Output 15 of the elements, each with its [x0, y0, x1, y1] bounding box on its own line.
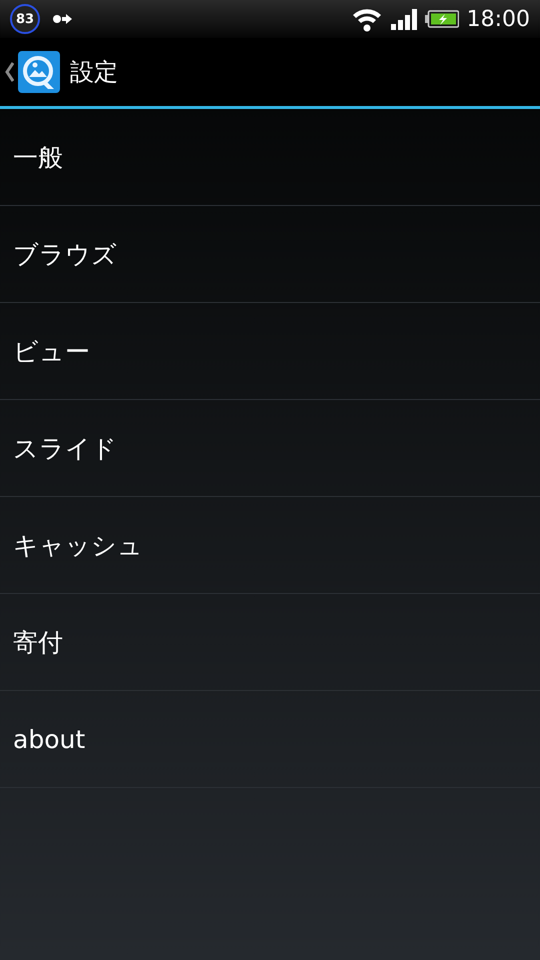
settings-item[interactable]: about	[0, 691, 540, 788]
dot-arrow-icon	[52, 14, 72, 24]
settings-item[interactable]: 寄付	[0, 594, 540, 691]
clock-time: 18:00	[466, 6, 530, 32]
signal-icon	[390, 8, 417, 30]
screen-title: 設定	[70, 57, 118, 88]
battery-charging-icon	[424, 10, 459, 28]
app-icon[interactable]	[18, 51, 60, 93]
settings-item[interactable]: ビュー	[0, 303, 540, 400]
notification-badge: 83	[10, 4, 40, 34]
settings-item[interactable]: スライド	[0, 400, 540, 497]
back-chevron-icon[interactable]	[4, 62, 14, 82]
settings-item[interactable]: キャッシュ	[0, 497, 540, 594]
settings-item[interactable]: 一般	[0, 109, 540, 206]
settings-item[interactable]: ブラウズ	[0, 206, 540, 303]
